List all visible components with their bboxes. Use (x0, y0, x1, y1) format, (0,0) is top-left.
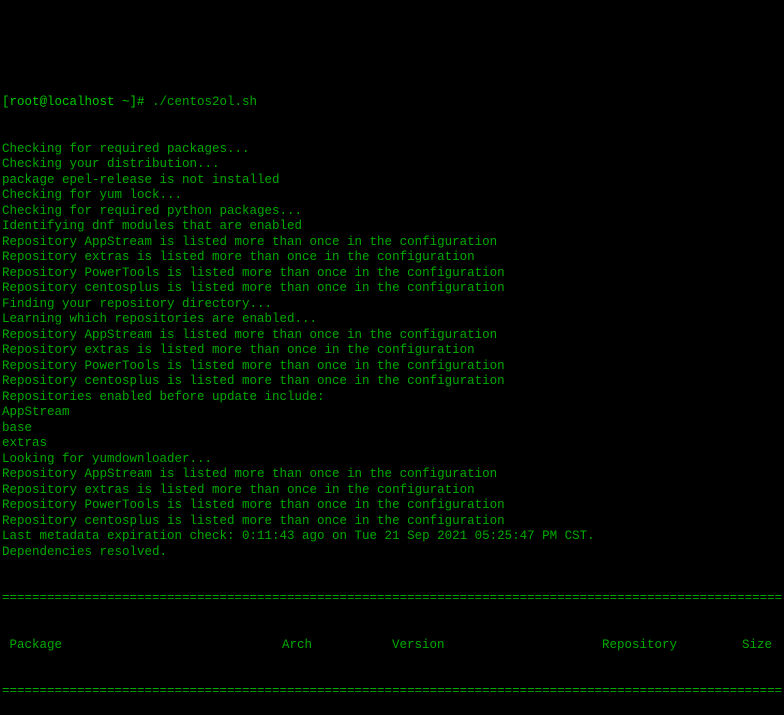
output-line: Dependencies resolved. (2, 545, 782, 561)
output-line: Repository extras is listed more than on… (2, 483, 782, 499)
col-header-arch: Arch (282, 638, 392, 654)
output-line: Last metadata expiration check: 0:11:43 … (2, 529, 782, 545)
output-line: Repository extras is listed more than on… (2, 343, 782, 359)
output-line: Repository centosplus is listed more tha… (2, 281, 782, 297)
output-line: Looking for yumdownloader... (2, 452, 782, 468)
output-line: Finding your repository directory... (2, 297, 782, 313)
output-line: base (2, 421, 782, 437)
col-header-repository: Repository (602, 638, 722, 654)
col-header-package: Package (2, 638, 282, 654)
shell-prompt: [root@localhost ~]# (2, 95, 152, 109)
table-divider-bottom: ========================================… (2, 684, 782, 700)
output-line: Checking for required python packages... (2, 204, 782, 220)
output-line: Repository AppStream is listed more than… (2, 467, 782, 483)
output-line: Repository extras is listed more than on… (2, 250, 782, 266)
command-text: ./centos2ol.sh (152, 95, 257, 109)
output-line: extras (2, 436, 782, 452)
output-line: Repository centosplus is listed more tha… (2, 514, 782, 530)
output-line: Checking for yum lock... (2, 188, 782, 204)
output-line: package epel-release is not installed (2, 173, 782, 189)
output-line: Repository PowerTools is listed more tha… (2, 266, 782, 282)
output-line: AppStream (2, 405, 782, 421)
output-line: Checking for required packages... (2, 142, 782, 158)
output-line: Checking your distribution... (2, 157, 782, 173)
col-header-version: Version (392, 638, 602, 654)
output-line: Repository centosplus is listed more tha… (2, 374, 782, 390)
output-line: Identifying dnf modules that are enabled (2, 219, 782, 235)
table-header-row: Package Arch Version Repository Size (2, 638, 782, 654)
output-line: Repository AppStream is listed more than… (2, 328, 782, 344)
table-divider-top: ========================================… (2, 591, 782, 607)
output-line: Learning which repositories are enabled.… (2, 312, 782, 328)
col-header-size: Size (722, 638, 772, 654)
output-line: Repository PowerTools is listed more tha… (2, 359, 782, 375)
output-line: Repository AppStream is listed more than… (2, 235, 782, 251)
prompt-line: [root@localhost ~]# ./centos2ol.sh (2, 95, 782, 111)
output-line: Repositories enabled before update inclu… (2, 390, 782, 406)
output-line: Repository PowerTools is listed more tha… (2, 498, 782, 514)
terminal-window[interactable]: [root@localhost ~]# ./centos2ol.sh Check… (2, 64, 782, 561)
terminal-output: Checking for required packages...Checkin… (2, 142, 782, 561)
